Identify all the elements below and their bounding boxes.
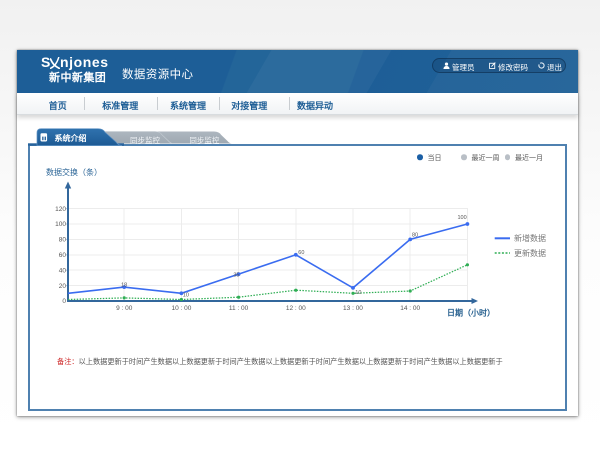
- svg-text:14 : 00: 14 : 00: [400, 305, 420, 312]
- svg-text:80: 80: [412, 233, 418, 239]
- svg-text:60: 60: [298, 250, 304, 256]
- svg-text:11 : 00: 11 : 00: [229, 305, 249, 312]
- svg-text:18: 18: [121, 283, 127, 289]
- svg-text:100: 100: [55, 221, 66, 228]
- svg-text:40: 40: [59, 267, 67, 274]
- svg-text:日期（小时）: 日期（小时）: [447, 308, 495, 318]
- svg-text:20: 20: [59, 283, 67, 290]
- svg-text:10 : 00: 10 : 00: [171, 305, 191, 312]
- svg-text:13 : 00: 13 : 00: [343, 305, 363, 312]
- svg-text:更新数据: 更新数据: [514, 248, 546, 258]
- svg-text:12 : 00: 12 : 00: [286, 305, 306, 312]
- svg-text:10: 10: [183, 293, 189, 299]
- svg-text:120: 120: [55, 206, 66, 213]
- svg-text:9 : 00: 9 : 00: [116, 305, 133, 312]
- svg-text:10: 10: [355, 290, 361, 296]
- svg-text:数据交换（条）: 数据交换（条）: [46, 167, 102, 177]
- svg-text:新增数据: 新增数据: [514, 233, 546, 243]
- svg-text:35: 35: [233, 272, 239, 278]
- svg-text:60: 60: [59, 252, 67, 259]
- svg-text:0: 0: [62, 298, 66, 305]
- svg-text:80: 80: [59, 237, 67, 244]
- svg-text:100: 100: [458, 215, 467, 221]
